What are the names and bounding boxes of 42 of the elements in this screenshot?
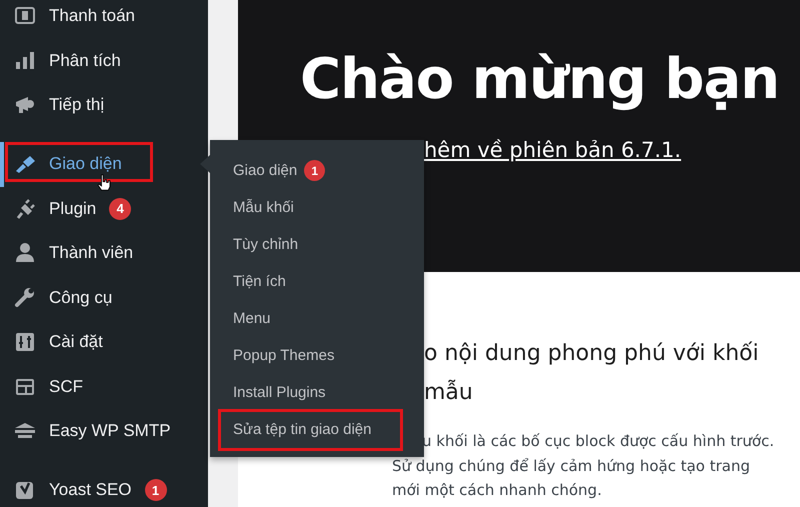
sidebar-item[interactable]: Thành viên bbox=[0, 231, 208, 276]
sidebar-item[interactable]: Easy WP SMTP bbox=[0, 409, 208, 454]
submenu-item[interactable]: Menu bbox=[233, 310, 271, 327]
welcome-title: Chào mừng bạn bbox=[300, 46, 780, 114]
sidebar-label: Cài đặt bbox=[49, 332, 103, 352]
hand-cursor-icon bbox=[97, 174, 111, 191]
submenu-item[interactable]: Tiện ích bbox=[233, 273, 286, 290]
plug-icon bbox=[14, 198, 36, 220]
sidebar-label: Công cụ bbox=[49, 288, 112, 308]
sidebar-label: Easy WP SMTP bbox=[49, 421, 171, 442]
sidebar-item[interactable]: Plugin 4 bbox=[0, 186, 208, 231]
submenu-item[interactable]: Install Plugins bbox=[233, 384, 326, 401]
sidebar-label: Giao diện bbox=[49, 154, 122, 174]
sidebar-item[interactable]: SCF bbox=[0, 364, 208, 409]
wrench-icon bbox=[14, 286, 36, 309]
sidebar-item[interactable]: Cài đặt bbox=[0, 320, 208, 364]
submenu-item[interactable]: Tùy chỉnh bbox=[233, 236, 298, 253]
count-badge: 4 bbox=[109, 198, 132, 220]
count-badge: 1 bbox=[304, 160, 326, 181]
sidebar-label: Tiếp thị bbox=[49, 95, 104, 116]
sidebar-label: SCF bbox=[49, 376, 83, 397]
bar-chart-icon bbox=[14, 50, 36, 72]
submenu-item[interactable]: Sửa tệp tin giao diện bbox=[233, 421, 372, 438]
count-badge: 1 bbox=[144, 479, 167, 502]
sidebar-label: Thành viên bbox=[49, 243, 134, 264]
section-heading: o nội dung phong phú với khối mẫu bbox=[424, 340, 760, 407]
sidebar-label: Thanh toán bbox=[49, 6, 136, 26]
sidebar-item[interactable]: Công cụ bbox=[0, 276, 208, 320]
version-link[interactable]: hêm về phiên bản 6.7.1. bbox=[424, 138, 800, 162]
sidebar-label: Phân tích bbox=[49, 50, 121, 71]
brush-icon bbox=[14, 153, 36, 176]
sidebar-label: Plugin bbox=[49, 198, 96, 219]
sidebar-item[interactable]: Thanh toán bbox=[0, 0, 208, 38]
person-icon bbox=[14, 242, 36, 264]
sliders-icon bbox=[14, 331, 36, 354]
sidebar-item[interactable]: Phân tích bbox=[0, 38, 208, 83]
sidebar-item[interactable]: Yoast SEO 1 bbox=[0, 468, 208, 507]
submenu-item[interactable]: Mẫu khối bbox=[233, 199, 294, 216]
sidebar-item[interactable]: Tiếp thị bbox=[0, 83, 208, 128]
submenu-item[interactable]: Giao diện bbox=[233, 162, 298, 179]
submenu-item[interactable]: Popup Themes bbox=[233, 347, 334, 364]
sidebar-label: Yoast SEO bbox=[49, 480, 132, 500]
